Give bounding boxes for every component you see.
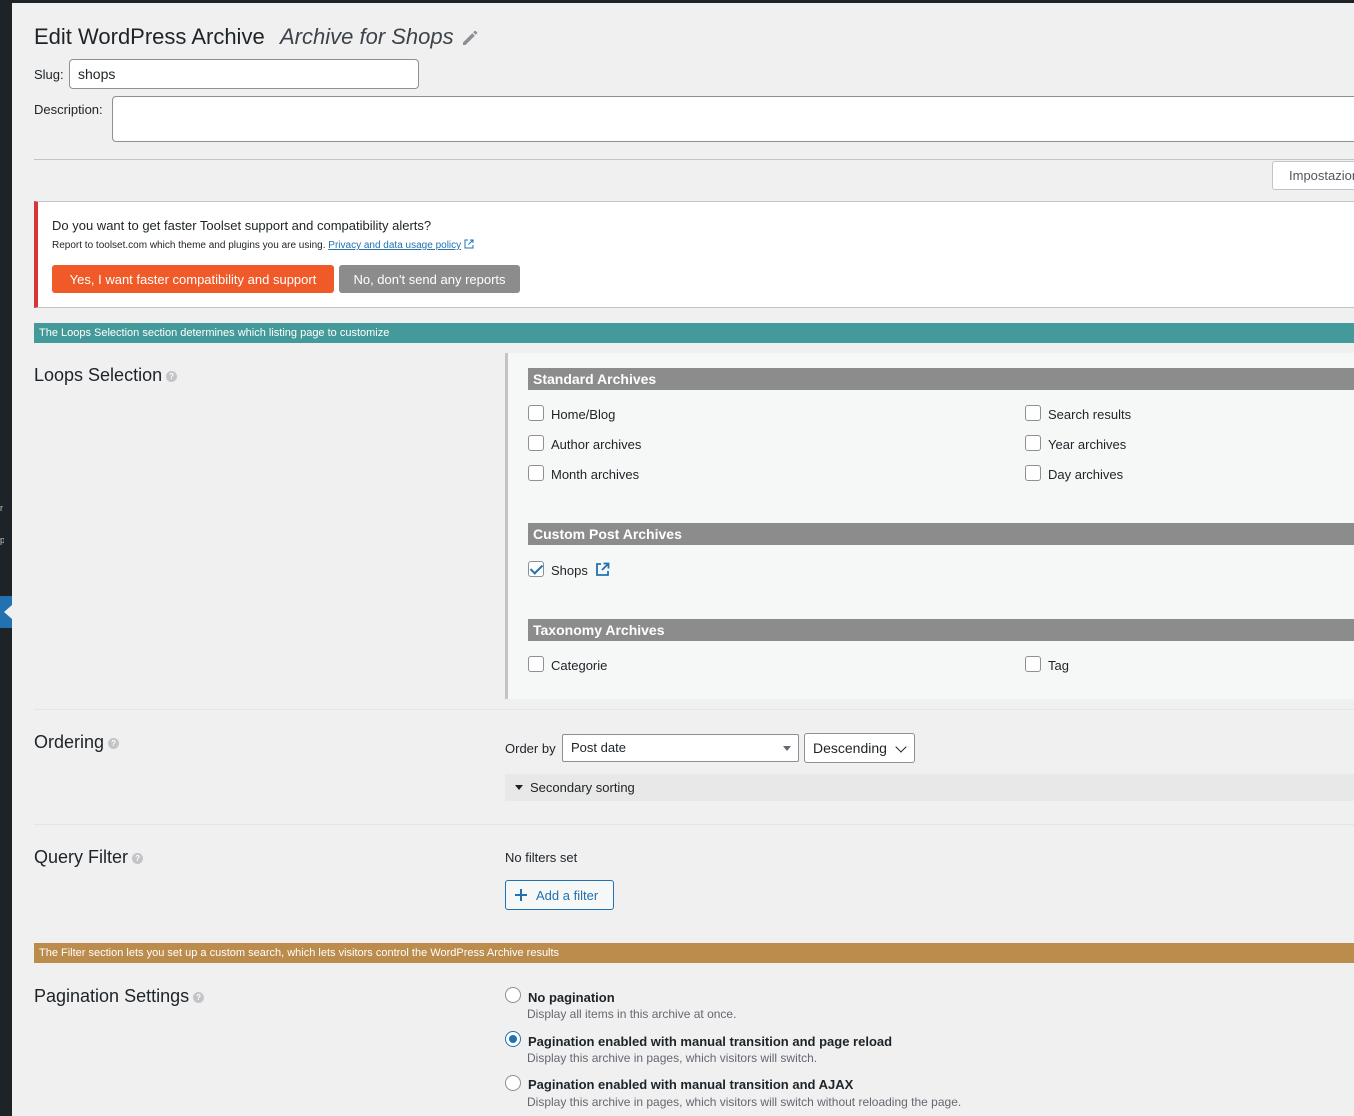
order-direction-select[interactable]: Descending [804, 733, 915, 763]
privacy-policy-link[interactable]: Privacy and data usage policy [328, 240, 461, 251]
section-divider [34, 824, 1354, 825]
screen-settings-button[interactable]: Impostazioni [1272, 161, 1354, 190]
checkbox-label: Month archives [551, 467, 640, 482]
radio-label: Pagination enabled with manual transitio… [528, 1034, 893, 1049]
filter-info-band: The Filter section lets you set up a cus… [34, 943, 1354, 963]
checkbox-label: Shops [551, 563, 588, 578]
order-direction-value: Descending [813, 740, 887, 756]
checkbox-label: Tag [1048, 658, 1069, 673]
pencil-icon[interactable] [460, 28, 480, 48]
help-icon[interactable]: ? [108, 737, 120, 749]
no-filters-text: No filters set [505, 850, 578, 865]
sidebar-menu-fragment: r [0, 504, 3, 513]
order-by-value: Post date [571, 740, 626, 755]
radio-pagination-page-reload[interactable] [505, 1031, 521, 1047]
plus-icon [514, 888, 528, 902]
notice-body: Report to toolset.com which theme and pl… [52, 240, 326, 251]
secondary-sorting-label[interactable]: Secondary sorting [530, 780, 635, 795]
section-divider [34, 709, 1354, 710]
archive-name: Archive for Shops [280, 24, 454, 49]
query-filter-title: Query Filter? [34, 846, 144, 868]
notice-heading: Do you want to get faster Toolset suppor… [52, 218, 432, 233]
radio-description: Display all items in this archive at onc… [527, 1007, 737, 1021]
checkbox-label: Day archives [1048, 467, 1124, 482]
checkbox-label: Categorie [551, 658, 608, 673]
loops-info-band: The Loops Selection section determines w… [34, 323, 1354, 343]
taxonomy-archives-heading: Taxonomy Archives [528, 619, 1354, 641]
checkbox-month-archives[interactable] [528, 465, 544, 481]
external-link-icon[interactable] [595, 562, 610, 577]
accept-reports-button[interactable]: Yes, I want faster compatibility and sup… [52, 265, 334, 293]
dropdown-arrow-icon [783, 746, 791, 751]
admin-sidebar-menu[interactable] [0, 0, 12, 1116]
radio-no-pagination[interactable] [505, 987, 521, 1003]
checkbox-day-archives[interactable] [1025, 465, 1041, 481]
checkbox-home-blog[interactable] [528, 405, 544, 421]
slug-input[interactable] [69, 59, 419, 89]
checkbox-author-archives[interactable] [528, 435, 544, 451]
checkbox-year-archives[interactable] [1025, 435, 1041, 451]
slug-label: Slug: [34, 67, 64, 82]
current-menu-arrow-icon [0, 596, 12, 628]
custom-post-archives-heading: Custom Post Archives [528, 523, 1354, 545]
help-icon[interactable]: ? [193, 991, 205, 1003]
radio-description: Display this archive in pages, which vis… [527, 1051, 818, 1065]
checkbox-categorie[interactable] [528, 656, 544, 672]
caret-down-icon [515, 785, 523, 790]
sidebar-menu-fragment: p [0, 536, 4, 545]
radio-label: Pagination enabled with manual transitio… [528, 1077, 854, 1092]
standard-archives-heading: Standard Archives [528, 368, 1354, 390]
chevron-down-icon [895, 741, 907, 753]
checkbox-label: Year archives [1048, 437, 1127, 452]
decline-reports-button[interactable]: No, don't send any reports [339, 265, 520, 293]
checkbox-shops[interactable] [528, 561, 544, 577]
notice-text: Report to toolset.com which theme and pl… [52, 239, 474, 251]
admin-top-bar [0, 0, 1354, 3]
order-by-select[interactable]: Post date [562, 734, 799, 762]
ordering-label: Ordering [34, 732, 105, 752]
external-link-icon [464, 239, 474, 249]
radio-description: Display this archive in pages, which vis… [527, 1095, 962, 1109]
description-input[interactable] [112, 96, 1354, 142]
loops-selection-title: Loops Selection? [34, 364, 178, 386]
radio-pagination-ajax[interactable] [505, 1075, 521, 1091]
checkbox-tag[interactable] [1025, 656, 1041, 672]
checkbox-search-results[interactable] [1025, 405, 1041, 421]
checkbox-label: Author archives [551, 437, 642, 452]
help-icon[interactable]: ? [132, 852, 144, 864]
checkbox-label: Search results [1048, 407, 1132, 422]
help-icon[interactable]: ? [166, 370, 178, 382]
order-by-label: Order by [505, 741, 556, 756]
description-label: Description: [34, 102, 103, 117]
pagination-settings-title: Pagination Settings? [34, 985, 205, 1007]
checkbox-label: Home/Blog [551, 407, 616, 422]
query-filter-label: Query Filter [34, 847, 129, 867]
ordering-title: Ordering? [34, 731, 120, 753]
pagination-settings-label: Pagination Settings [34, 986, 190, 1006]
loops-selection-label: Loops Selection [34, 365, 163, 385]
header-divider [34, 159, 1354, 160]
radio-label: No pagination [528, 990, 615, 1005]
page-title: Edit WordPress Archive [34, 24, 265, 49]
